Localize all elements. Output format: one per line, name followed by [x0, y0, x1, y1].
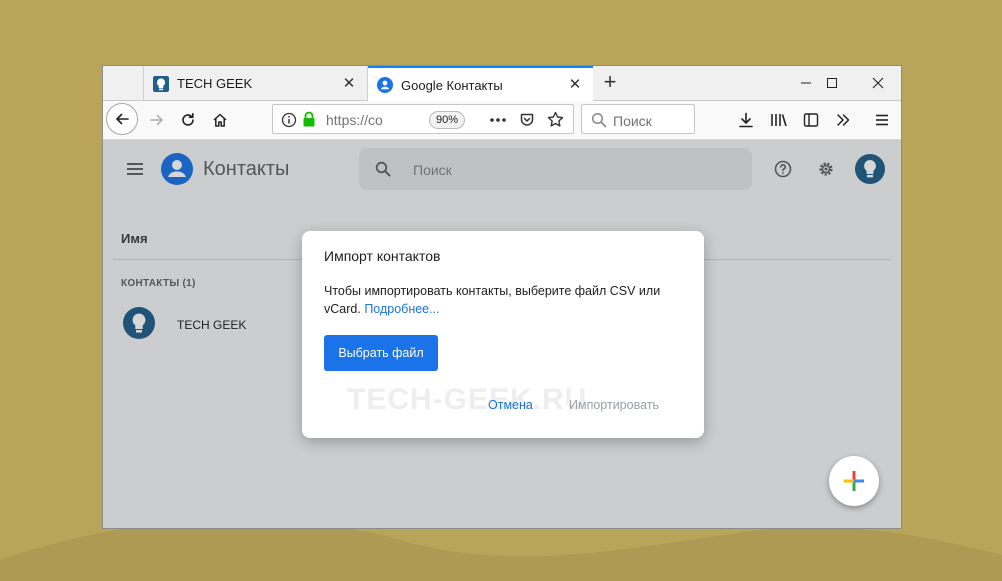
choose-file-button[interactable]: Выбрать файл: [324, 335, 438, 371]
reload-button[interactable]: [173, 105, 203, 135]
url-bar[interactable]: https://co 90%: [272, 104, 574, 134]
plus-icon: [844, 471, 864, 491]
tab-tech-geek[interactable]: TECH GEEK ✕: [143, 66, 368, 101]
zoom-badge[interactable]: 90%: [429, 111, 466, 129]
info-icon[interactable]: [281, 112, 297, 128]
pocket-icon[interactable]: [519, 112, 535, 128]
cancel-button[interactable]: Отмена: [488, 398, 533, 412]
bookmark-star-icon[interactable]: [547, 111, 564, 128]
watermark: TECH-GEEK.RU: [347, 383, 588, 416]
chevrons-right-icon: [837, 114, 850, 126]
search-icon: [591, 112, 607, 128]
contacts-page: Контакты Поиск Имя КОНТАКТЫ (1) TECH GEE…: [103, 140, 901, 528]
new-tab-button[interactable]: +: [597, 70, 623, 96]
browser-window: TECH GEEK ✕ Google Контакты ✕ + https://…: [102, 65, 902, 529]
forward-arrow-icon: [150, 114, 163, 126]
downloads-button[interactable]: [731, 105, 761, 135]
back-button[interactable]: [106, 103, 138, 135]
forward-button[interactable]: [142, 105, 172, 135]
dialog-body: Чтобы импортировать контакты, выберите ф…: [324, 282, 689, 318]
tab-title: Google Контакты: [401, 77, 503, 93]
close-window-button[interactable]: [855, 66, 901, 100]
tab-bar: TECH GEEK ✕ Google Контакты ✕ +: [103, 66, 901, 102]
home-icon: [213, 113, 227, 127]
import-contacts-dialog: TECH-GEEK.RU Импорт контактов Чтобы импо…: [302, 231, 704, 438]
close-tab-icon[interactable]: ✕: [341, 75, 357, 92]
dialog-title: Импорт контактов: [324, 248, 441, 264]
contacts-icon: [377, 77, 393, 93]
create-contact-button[interactable]: [829, 456, 879, 506]
overflow-button[interactable]: [828, 105, 858, 135]
tab-title: TECH GEEK: [177, 76, 253, 91]
sidebar-icon: [803, 113, 819, 127]
maximize-button[interactable]: [809, 66, 855, 100]
close-tab-icon[interactable]: ✕: [567, 77, 583, 93]
tab-google-contacts[interactable]: Google Контакты ✕: [368, 66, 593, 102]
library-button[interactable]: [764, 105, 794, 135]
sidebar-button[interactable]: [796, 105, 826, 135]
import-button[interactable]: Импортировать: [569, 398, 659, 412]
back-arrow-icon: [116, 113, 129, 125]
search-placeholder: Поиск: [613, 113, 652, 129]
menu-button[interactable]: [867, 105, 897, 135]
browser-search-field[interactable]: Поиск: [581, 104, 695, 134]
navigation-toolbar: https://co 90% Поиск: [103, 101, 901, 140]
learn-more-link[interactable]: Подробнее...: [364, 302, 439, 316]
bulb-icon: [153, 75, 169, 92]
library-icon: [771, 114, 787, 127]
home-button[interactable]: [205, 105, 235, 135]
hamburger-menu-icon: [876, 114, 888, 126]
download-icon: [739, 112, 753, 128]
page-actions-icon[interactable]: [489, 117, 507, 123]
reload-icon: [182, 113, 194, 126]
url-text: https://co: [326, 112, 383, 128]
lock-icon: [303, 111, 315, 127]
